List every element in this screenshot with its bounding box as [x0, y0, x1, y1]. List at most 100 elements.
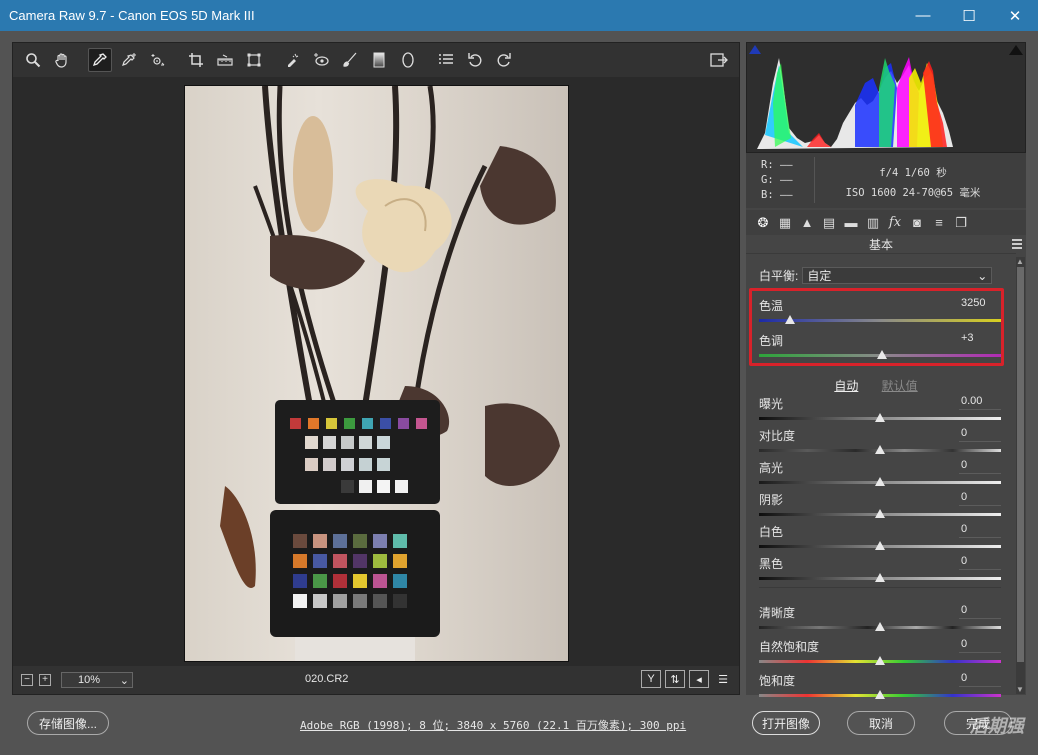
- whites-label: 白色: [759, 525, 784, 539]
- contrast-slider-row: 对比度 0: [759, 427, 1001, 459]
- highlights-slider-row: 高光 0: [759, 459, 1001, 491]
- shadows-knob[interactable]: [875, 509, 885, 518]
- before-after-y-icon[interactable]: Y: [641, 670, 661, 688]
- workflow-options-link[interactable]: Adobe RGB (1998); 8 位; 3840 x 5760 (22.1…: [300, 717, 686, 733]
- color-sampler-icon[interactable]: [117, 48, 141, 72]
- copy-settings-icon[interactable]: ◂: [689, 670, 709, 688]
- snapshots-tab-icon[interactable]: ❐: [950, 213, 972, 233]
- panel-tabs: ❂ ▦ ▲ ▤ ▬ ▥ fx ◙ ≡ ❐: [746, 210, 1026, 235]
- presets-list-icon[interactable]: [434, 48, 458, 72]
- zoom-level-value: 10%: [78, 674, 101, 686]
- scroll-thumb[interactable]: [1017, 267, 1024, 662]
- default-button[interactable]: 默认值: [882, 379, 918, 393]
- panel-menu-icon[interactable]: [1012, 239, 1022, 251]
- highlights-label: 高光: [759, 461, 784, 475]
- basic-tab-icon[interactable]: ❂: [752, 213, 774, 233]
- blacks-value[interactable]: 0: [959, 555, 1001, 570]
- graduated-filter-icon[interactable]: [367, 48, 391, 72]
- panel-scrollbar[interactable]: ▲ ▼: [1016, 257, 1025, 694]
- swap-settings-icon[interactable]: ⇅: [665, 670, 685, 688]
- exposure-value[interactable]: 0.00: [959, 395, 1001, 410]
- vibrance-knob[interactable]: [875, 656, 885, 665]
- detail-tab-icon[interactable]: ▲: [796, 213, 818, 233]
- hand-icon[interactable]: [50, 48, 74, 72]
- highlights-value[interactable]: 0: [959, 459, 1001, 474]
- watermark: 后期强: [970, 716, 1024, 736]
- scroll-up-icon[interactable]: ▲: [1016, 257, 1024, 266]
- saturation-label: 饱和度: [759, 674, 796, 688]
- auto-button[interactable]: 自动: [834, 379, 858, 393]
- vibrance-value[interactable]: 0: [959, 638, 1001, 653]
- presets-tab-icon[interactable]: ≡: [928, 213, 950, 233]
- white-balance-icon[interactable]: [88, 48, 112, 72]
- minimize-button[interactable]: —: [900, 0, 946, 31]
- shadows-slider-row: 阴影 0: [759, 491, 1001, 523]
- cancel-button[interactable]: 取消: [847, 711, 915, 735]
- auto-default-row: 自动 默认值: [746, 377, 1006, 394]
- contrast-knob[interactable]: [875, 445, 885, 454]
- zoom-level-select[interactable]: 10% ⌄: [61, 672, 133, 688]
- image-preview-area[interactable]: [13, 77, 739, 666]
- temperature-label: 色温: [759, 299, 784, 313]
- shadows-label: 阴影: [759, 493, 784, 507]
- red-eye-icon[interactable]: [309, 48, 333, 72]
- file-name: 020.CR2: [305, 673, 349, 685]
- status-bar: − + 10% ⌄ 020.CR2 Y ⇅ ◂ ☰: [13, 666, 739, 694]
- highlights-knob[interactable]: [875, 477, 885, 486]
- effects-tab-icon[interactable]: fx: [884, 213, 906, 233]
- image-info: R: —— G: —— B: —— f/4 1/60 秒 ISO 1600 24…: [746, 153, 1026, 208]
- temperature-value[interactable]: 3250: [959, 297, 1001, 312]
- bottom-bar: 存储图像... Adobe RGB (1998); 8 位; 3840 x 57…: [0, 698, 1038, 755]
- clarity-knob[interactable]: [875, 622, 885, 631]
- maximize-button[interactable]: ☐: [946, 0, 992, 31]
- contrast-value[interactable]: 0: [959, 427, 1001, 442]
- panel-title: 基本: [746, 236, 1016, 254]
- close-button[interactable]: ✕: [992, 0, 1038, 31]
- split-toning-tab-icon[interactable]: ▬: [840, 213, 862, 233]
- white-balance-select[interactable]: 自定 ⌄: [802, 267, 993, 284]
- exposure-info: f/4 1/60 秒: [879, 167, 947, 179]
- blacks-knob[interactable]: [875, 573, 885, 582]
- exposure-knob[interactable]: [875, 413, 885, 422]
- temperature-knob[interactable]: [785, 315, 796, 324]
- targeted-adjust-icon[interactable]: [146, 48, 170, 72]
- spot-removal-icon[interactable]: [280, 48, 304, 72]
- tint-knob[interactable]: [877, 350, 888, 359]
- adjustment-brush-icon[interactable]: [338, 48, 362, 72]
- lens-corrections-tab-icon[interactable]: ▥: [862, 213, 884, 233]
- saturation-value[interactable]: 0: [959, 672, 1001, 687]
- scroll-down-icon[interactable]: ▼: [1016, 685, 1024, 694]
- whites-value[interactable]: 0: [959, 523, 1001, 538]
- radial-filter-icon[interactable]: [396, 48, 420, 72]
- open-image-button[interactable]: 打开图像: [752, 711, 820, 735]
- red-readout: R: ——: [761, 159, 793, 171]
- whites-knob[interactable]: [875, 541, 885, 550]
- white-balance-row: 白平衡: 自定 ⌄: [759, 267, 993, 284]
- exposure-slider-row: 曝光 0.00: [759, 395, 1001, 427]
- zoom-icon[interactable]: [21, 48, 45, 72]
- tone-curve-tab-icon[interactable]: ▦: [774, 213, 796, 233]
- save-image-button[interactable]: 存储图像...: [27, 711, 109, 735]
- iso-lens-info: ISO 1600 24-70@65 毫米: [845, 187, 981, 199]
- tint-value[interactable]: +3: [959, 332, 1001, 347]
- camera-calibration-tab-icon[interactable]: ◙: [906, 213, 928, 233]
- vibrance-slider-row: 自然饱和度 0: [759, 638, 1001, 670]
- rotate-cw-icon[interactable]: [492, 48, 516, 72]
- white-balance-value: 自定: [807, 269, 832, 283]
- crop-icon[interactable]: [184, 48, 208, 72]
- hsl-tab-icon[interactable]: ▤: [818, 213, 840, 233]
- preview-settings-icon[interactable]: ☰: [713, 670, 733, 688]
- zoom-out-button[interactable]: −: [21, 674, 33, 686]
- clarity-value[interactable]: 0: [959, 604, 1001, 619]
- shadows-value[interactable]: 0: [959, 491, 1001, 506]
- photo-preview: [184, 85, 569, 662]
- clarity-slider-row: 清晰度 0: [759, 604, 1001, 636]
- straighten-icon[interactable]: [213, 48, 237, 72]
- open-preferences-icon[interactable]: [707, 48, 731, 72]
- zoom-in-button[interactable]: +: [39, 674, 51, 686]
- tool-bar: [13, 43, 739, 77]
- chevron-down-icon: ⌄: [119, 674, 129, 687]
- rotate-ccw-icon[interactable]: [463, 48, 487, 72]
- transform-icon[interactable]: [242, 48, 266, 72]
- vibrance-label: 自然饱和度: [759, 640, 820, 654]
